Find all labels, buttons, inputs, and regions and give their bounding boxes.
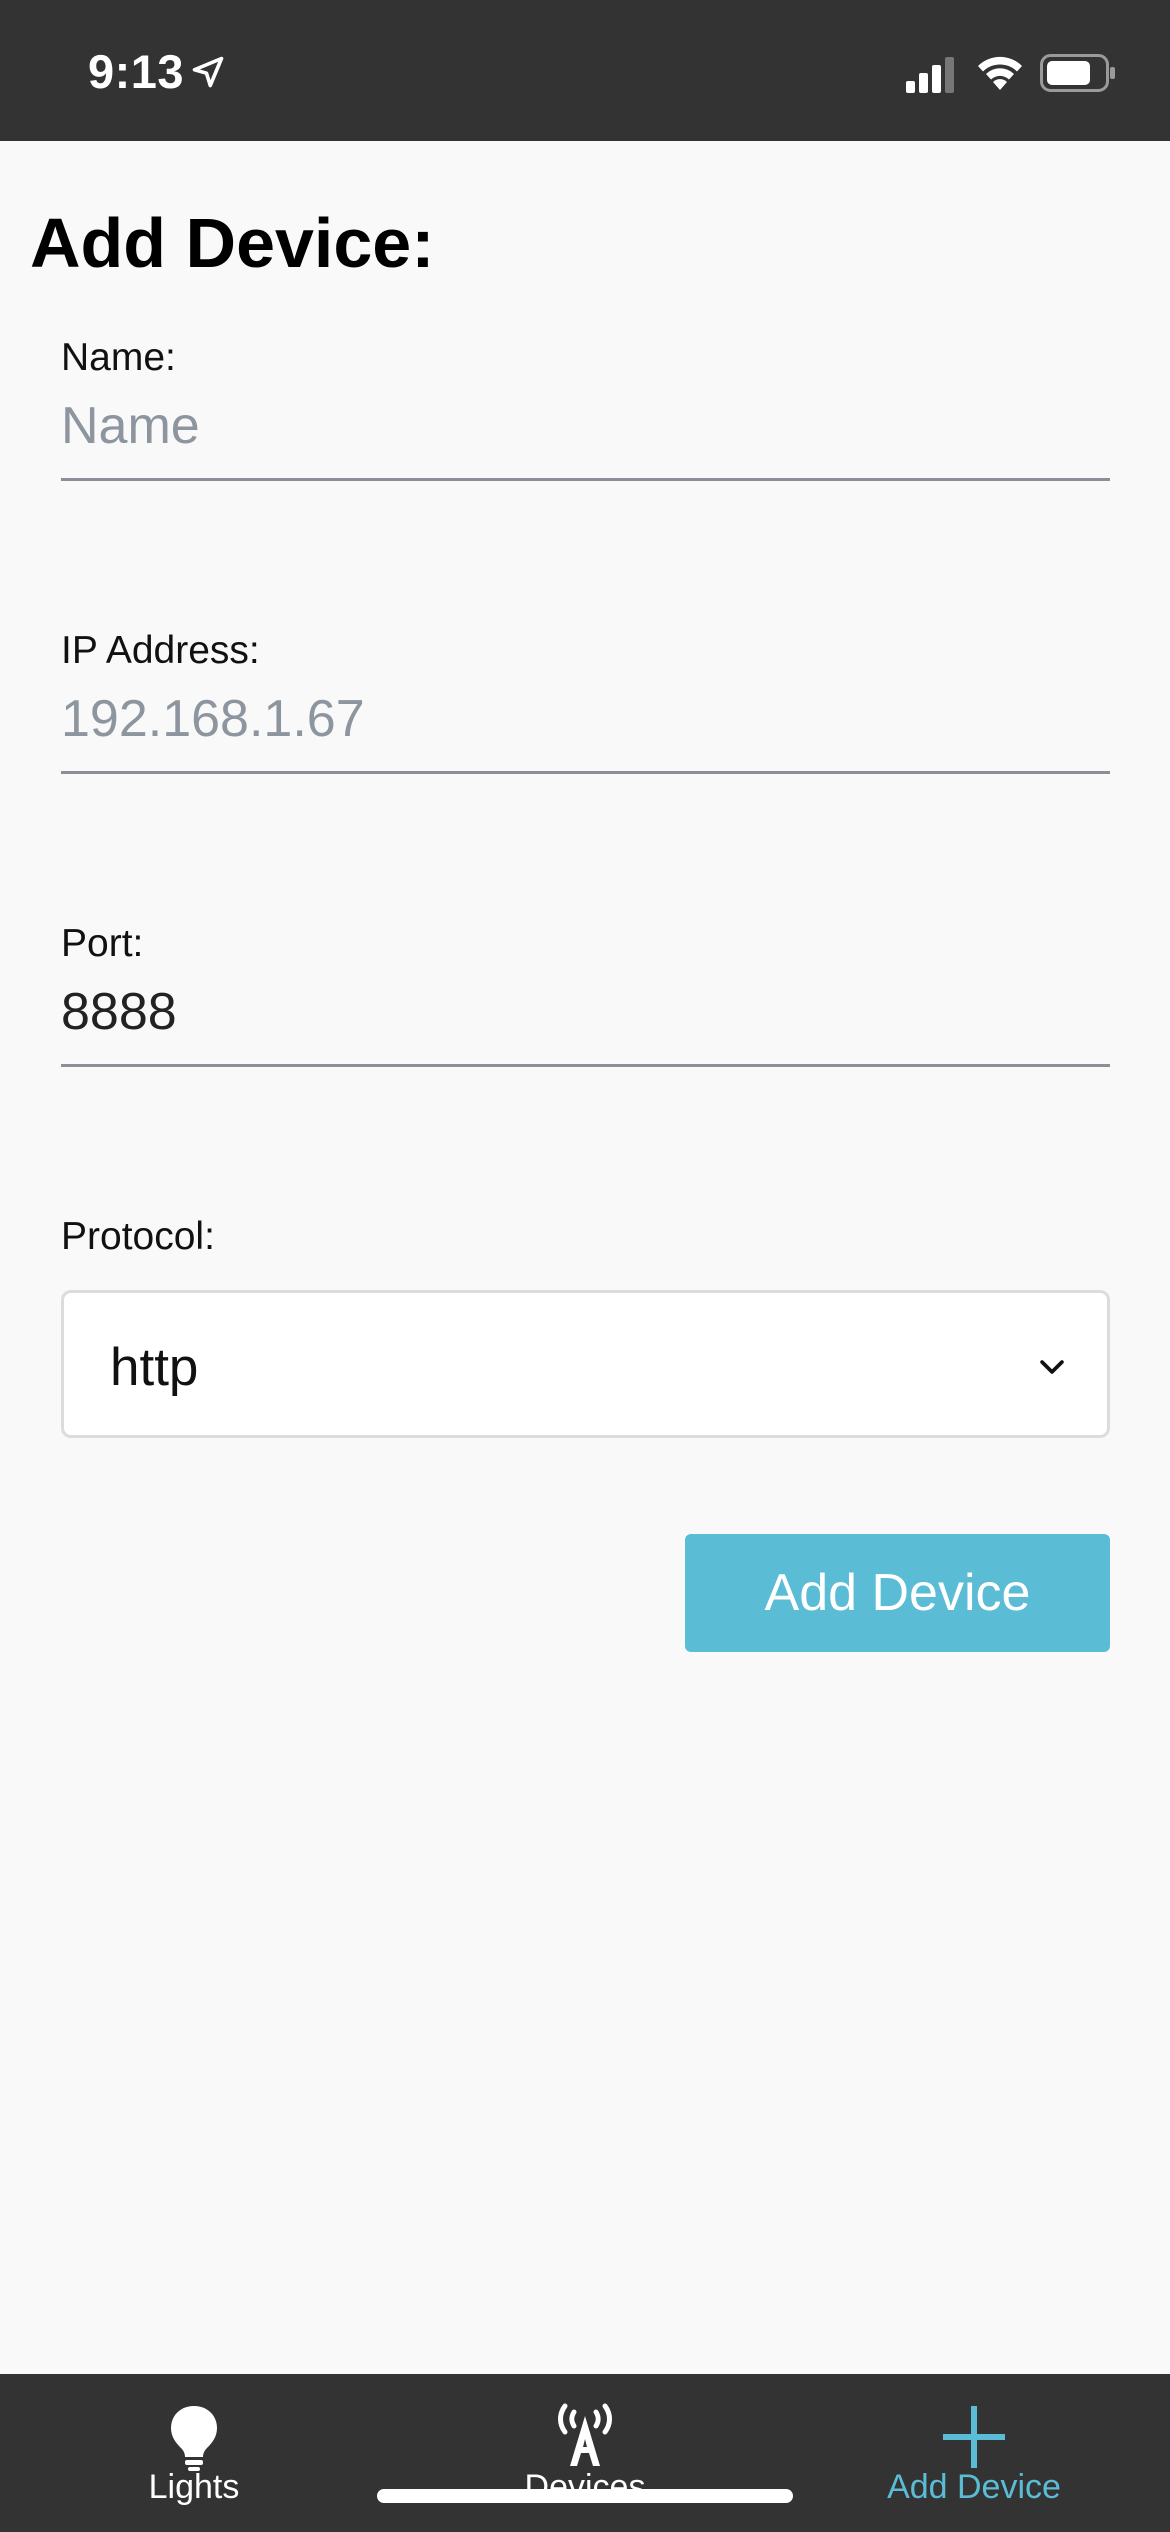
protocol-select[interactable]: http <box>61 1290 1110 1438</box>
tab-lights[interactable]: Lights <box>64 2374 324 2532</box>
tab-add-device[interactable]: Add Device <box>844 2374 1104 2532</box>
cellular-signal-icon <box>906 57 954 93</box>
location-arrow-icon <box>192 56 224 88</box>
battery-icon <box>1040 54 1115 92</box>
status-time: 9:13 <box>88 45 185 98</box>
antenna-icon <box>558 2403 612 2466</box>
ip-address-label: IP Address: <box>61 629 260 672</box>
port-value: 8888 <box>61 983 177 1041</box>
name-label: Name: <box>61 336 176 379</box>
status-bar: 9:13 <box>0 0 1170 141</box>
add-device-screen: 9:13 Add Device: Name: Name IP Address: … <box>0 0 1170 2532</box>
tab-add-device-label: Add Device <box>887 2468 1061 2506</box>
tab-lights-label: Lights <box>148 2468 240 2506</box>
tab-bar: Lights Devices Add Device <box>0 2374 1170 2532</box>
ip-address-placeholder: 192.168.1.67 <box>61 690 365 748</box>
wifi-icon <box>978 56 1022 90</box>
page-title: Add Device: <box>30 204 435 282</box>
protocol-selected-value: http <box>110 1338 199 1397</box>
name-placeholder: Name <box>61 397 200 455</box>
protocol-label: Protocol: <box>61 1215 215 1258</box>
ip-address-input[interactable]: 192.168.1.67 <box>61 689 1110 774</box>
port-input[interactable]: 8888 <box>61 982 1110 1067</box>
add-device-button[interactable]: Add Device <box>685 1534 1110 1652</box>
plus-icon <box>943 2406 1005 2468</box>
name-input[interactable]: Name <box>61 396 1110 481</box>
home-indicator[interactable] <box>377 2489 793 2503</box>
chevron-down-icon <box>1040 1360 1064 1374</box>
lightbulb-icon <box>171 2406 217 2471</box>
tab-devices[interactable]: Devices <box>455 2374 715 2532</box>
port-label: Port: <box>61 922 144 965</box>
